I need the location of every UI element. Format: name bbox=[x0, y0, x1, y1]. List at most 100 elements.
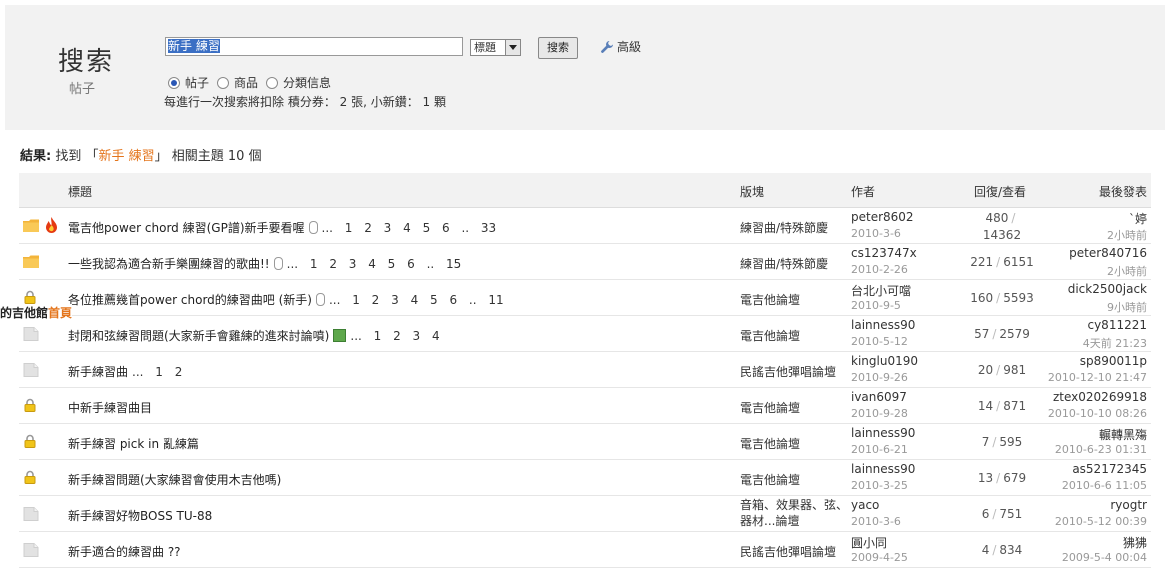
forum-link[interactable]: 音箱、效果器、弦、器材...論壇 bbox=[740, 497, 852, 529]
last-poster-link[interactable]: dick2500jack bbox=[1068, 282, 1147, 296]
topic-title[interactable]: 各位推薦幾首power chord的練習曲吧 (新手) ... 1 2 3 4 5… bbox=[68, 291, 504, 308]
search-input[interactable]: 新手 練習 bbox=[165, 37, 463, 56]
forum-link[interactable]: 練習曲/特殊節慶 bbox=[740, 255, 828, 272]
topic-title[interactable]: 新手練習曲 ... 1 2 bbox=[68, 363, 182, 380]
last-post-time[interactable]: 2010-6-23 01:31 bbox=[1055, 443, 1147, 456]
last-post-time[interactable]: 2010-5-12 00:39 bbox=[1055, 515, 1147, 528]
forum-link[interactable]: 民謠吉他彈唱論壇 bbox=[740, 543, 836, 560]
forum-link[interactable]: 練習曲/特殊節慶 bbox=[740, 219, 828, 236]
forum-link[interactable]: 電吉他論壇 bbox=[740, 327, 800, 344]
advanced-search-link[interactable]: 高級 bbox=[600, 38, 641, 55]
radio-option[interactable]: 帖子 bbox=[168, 74, 209, 91]
radio-button[interactable] bbox=[266, 77, 279, 89]
post-date: 2010-2-26 bbox=[851, 263, 908, 276]
last-poster-link[interactable]: cy811221 bbox=[1087, 318, 1147, 332]
topic-title[interactable]: 新手練習好物BOSS TU-88 bbox=[68, 507, 216, 524]
replies-views: 14/871 bbox=[977, 399, 1027, 413]
wrench-icon bbox=[601, 41, 613, 53]
author-link[interactable]: 台北小可噹 bbox=[851, 282, 911, 299]
radio-option[interactable]: 商品 bbox=[217, 74, 258, 91]
last-post-time[interactable]: 4天前 21:23 bbox=[1083, 335, 1147, 351]
radio-option[interactable]: 分類信息 bbox=[266, 74, 331, 91]
author-link[interactable]: lainness90 bbox=[851, 426, 915, 440]
topic-title[interactable]: 封閉和弦練習問題(大家新手會雞練的進來討論噴) ... 1 2 3 4 bbox=[68, 327, 440, 344]
author-link[interactable]: kinglu0190 bbox=[851, 354, 918, 368]
topic-title[interactable]: 中新手練習曲目 bbox=[68, 399, 156, 416]
post-date: 2010-9-5 bbox=[851, 299, 901, 312]
result-pre: 找到 「 bbox=[55, 149, 99, 164]
forum-link[interactable]: 電吉他論壇 bbox=[740, 471, 800, 488]
author-link[interactable]: ivan6097 bbox=[851, 390, 907, 404]
topic-title[interactable]: 電吉他power chord 練習(GP譜)新手要看喔 ... 1 2 3 4 5… bbox=[68, 219, 496, 236]
topic-link[interactable]: 新手練習曲 bbox=[68, 365, 128, 379]
home-link[interactable]: 首頁 bbox=[48, 306, 72, 320]
last-poster-link[interactable]: ztex020269918 bbox=[1053, 390, 1147, 404]
post-date: 2010-3-6 bbox=[851, 227, 901, 240]
views-count: 981 bbox=[1003, 363, 1027, 377]
replies-views: 57/2579 bbox=[974, 327, 1030, 341]
post-date: 2010-9-26 bbox=[851, 371, 908, 384]
last-poster-link[interactable]: ryogtr bbox=[1110, 498, 1147, 512]
page-links[interactable]: ... 1 2 3 4 5 6 .. 15 bbox=[287, 257, 462, 271]
topic-link[interactable]: 新手練習 pick in 亂練篇 bbox=[68, 437, 199, 451]
search-scope-select[interactable]: 標題 bbox=[470, 39, 521, 56]
topic-link[interactable]: 封閉和弦練習問題(大家新手會雞練的進來討論噴) bbox=[68, 329, 329, 343]
search-button[interactable]: 搜索 bbox=[538, 37, 578, 59]
topic-link[interactable]: 中新手練習曲目 bbox=[68, 401, 152, 415]
radio-button[interactable] bbox=[168, 77, 180, 89]
topic-link[interactable]: 各位推薦幾首power chord的練習曲吧 (新手) bbox=[68, 293, 312, 307]
chevron-down-icon[interactable] bbox=[505, 40, 520, 55]
replies-views: 160/5593 bbox=[970, 291, 1034, 305]
last-post-time[interactable]: 2010-6-6 11:05 bbox=[1062, 479, 1147, 492]
table-row: 一些我認為適合新手樂團練習的歌曲!! ... 1 2 3 4 5 6 .. 15 練… bbox=[19, 244, 1151, 280]
topic-link[interactable]: 新手適合的練習曲 ?? bbox=[68, 545, 181, 559]
forum-link[interactable]: 民謠吉他彈唱論壇 bbox=[740, 363, 836, 380]
page-links[interactable]: ... 1 2 3 4 bbox=[350, 329, 439, 343]
forum-link[interactable]: 電吉他論壇 bbox=[740, 399, 800, 416]
topic-link[interactable]: 一些我認為適合新手樂團練習的歌曲!! bbox=[68, 257, 270, 271]
replies-count: 480 bbox=[985, 211, 1009, 225]
topic-link[interactable]: 新手練習好物BOSS TU-88 bbox=[68, 509, 212, 523]
replies-count: 6 bbox=[981, 507, 990, 521]
search-input-value: 新手 練習 bbox=[168, 39, 220, 53]
last-post-time[interactable]: 2010-10-10 08:26 bbox=[1048, 407, 1147, 420]
author-link[interactable]: 圓小同 bbox=[851, 534, 887, 551]
page-links[interactable]: ... 1 2 bbox=[132, 365, 182, 379]
topic-title[interactable]: 新手練習 pick in 亂練篇 bbox=[68, 435, 203, 452]
last-post-time[interactable]: 2小時前 bbox=[1107, 263, 1147, 279]
folder-icon bbox=[23, 255, 39, 268]
last-post-time[interactable]: 2小時前 bbox=[1107, 227, 1147, 243]
forum-link[interactable]: 電吉他論壇 bbox=[740, 291, 800, 308]
last-poster-link[interactable]: `婷 bbox=[1129, 210, 1147, 227]
author-link[interactable]: peter8602 bbox=[851, 210, 914, 224]
last-poster-link[interactable]: sp890011p bbox=[1080, 354, 1147, 368]
topic-link[interactable]: 新手練習問題(大家練習會使用木吉他嗎) bbox=[68, 473, 281, 487]
topic-title[interactable]: 一些我認為適合新手樂團練習的歌曲!! ... 1 2 3 4 5 6 .. 15 bbox=[68, 255, 461, 272]
result-keyword[interactable]: 新手 練習 bbox=[98, 149, 154, 164]
last-post-time[interactable]: 2009-5-4 00:04 bbox=[1062, 551, 1147, 564]
replies-count: 221 bbox=[970, 255, 994, 269]
views-count: 5593 bbox=[1003, 291, 1034, 305]
page-links[interactable]: ... 1 2 3 4 5 6 .. 33 bbox=[322, 221, 497, 235]
table-row: 新手練習 pick in 亂練篇 電吉他論壇 lainness90 2010-6-21… bbox=[19, 424, 1151, 460]
last-post-time[interactable]: 9小時前 bbox=[1107, 299, 1147, 315]
author-link[interactable]: cs123747x bbox=[851, 246, 917, 260]
topic-title[interactable]: 新手適合的練習曲 ?? bbox=[68, 543, 185, 560]
page-links[interactable]: ... 1 2 3 4 5 6 .. 11 bbox=[329, 293, 504, 307]
last-poster-link[interactable]: peter840716 bbox=[1069, 246, 1147, 260]
replies-views: 480/14362 bbox=[982, 211, 1022, 242]
topic-link[interactable]: 電吉他power chord 練習(GP譜)新手要看喔 bbox=[68, 221, 305, 235]
search-cost-note: 每進行一次搜索將扣除 積分券： 2 張, 小新鑽： 1 顆 bbox=[164, 95, 446, 109]
last-poster-link[interactable]: as52172345 bbox=[1072, 462, 1147, 476]
last-poster-link[interactable]: 輾轉黑殤 bbox=[1099, 426, 1147, 443]
author-link[interactable]: lainness90 bbox=[851, 318, 915, 332]
replies-views: 6/751 bbox=[981, 507, 1023, 521]
last-post-time[interactable]: 2010-12-10 21:47 bbox=[1048, 371, 1147, 384]
author-link[interactable]: yaco bbox=[851, 498, 879, 512]
topic-title[interactable]: 新手練習問題(大家練習會使用木吉他嗎) bbox=[68, 471, 285, 488]
last-poster-link[interactable]: 狒狒 bbox=[1123, 534, 1147, 551]
forum-link[interactable]: 電吉他論壇 bbox=[740, 435, 800, 452]
author-link[interactable]: lainness90 bbox=[851, 462, 915, 476]
col-last-post: 最後發表 bbox=[1098, 185, 1147, 199]
radio-button[interactable] bbox=[217, 77, 230, 89]
